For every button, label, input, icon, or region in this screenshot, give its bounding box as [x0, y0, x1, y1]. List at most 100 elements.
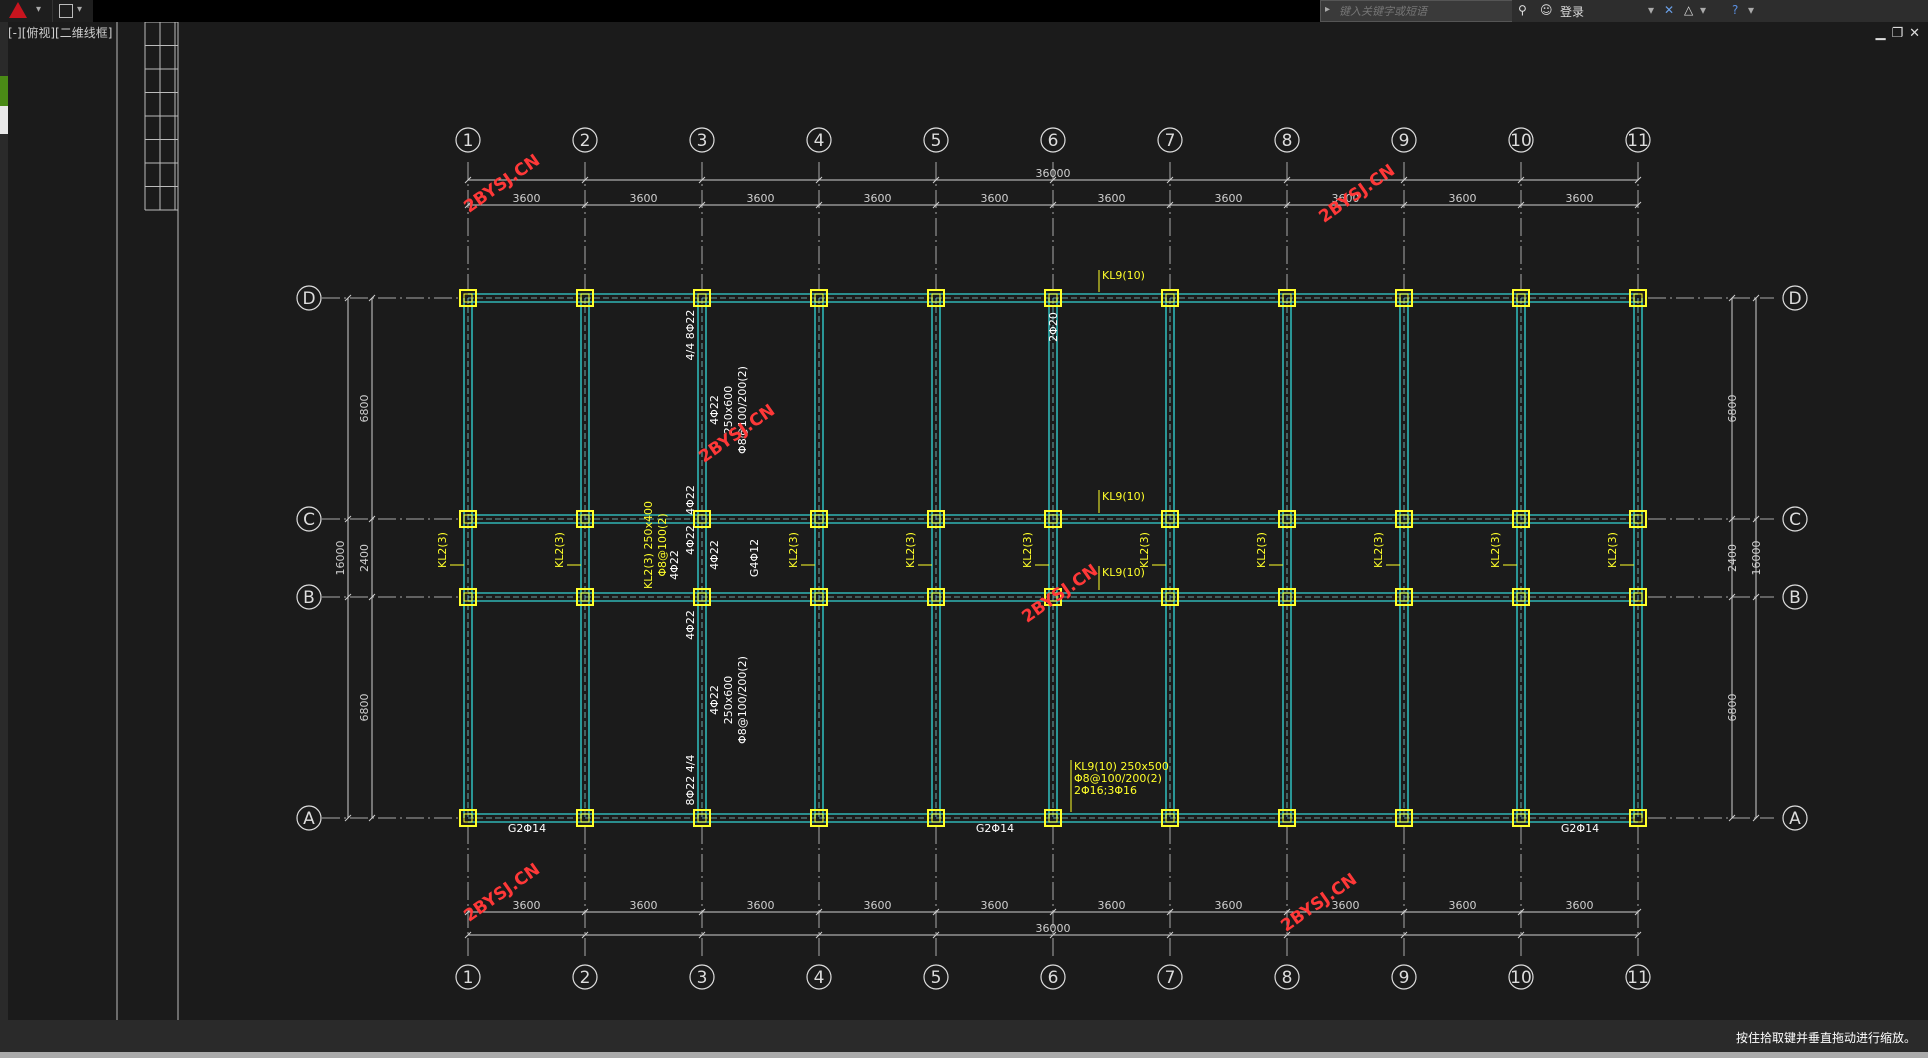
user-icon[interactable]: ☺: [1540, 3, 1553, 17]
chevron-right-icon: ▸: [1325, 4, 1331, 15]
axis-label-10: 10: [1510, 131, 1532, 151]
axis-label-7: 7: [1165, 968, 1176, 988]
side-rebar-label: G2Φ14: [976, 822, 1014, 835]
axis-label-9: 9: [1399, 131, 1410, 151]
close-icon[interactable]: ✕: [1909, 26, 1920, 41]
ribbon-accent: [0, 76, 8, 106]
dim-total-width: 36000: [1036, 922, 1071, 935]
dim-span-1: 6800: [358, 395, 371, 423]
rebar-label: 4Φ22: [684, 485, 697, 515]
help-icon[interactable]: ?: [1732, 3, 1738, 17]
chevron-down-icon[interactable]: ▾: [1748, 3, 1754, 17]
chevron-down-icon: ▾: [36, 4, 42, 15]
axis-label-D: D: [1788, 289, 1801, 309]
dim-bay-2: 3600: [630, 192, 658, 205]
axis-label-C: C: [1789, 510, 1801, 530]
section-label: 250x600: [722, 676, 735, 725]
rebar-label: 2Φ20: [1047, 312, 1060, 342]
bottom-border: [0, 1052, 1928, 1058]
axis-label-5: 5: [931, 131, 942, 151]
restore-icon[interactable]: ❐: [1891, 26, 1903, 41]
dim-bay-9: 3600: [1449, 899, 1477, 912]
dim-bay-10: 3600: [1566, 899, 1594, 912]
axis-label-2: 2: [580, 131, 591, 151]
exchange-icon[interactable]: ✕: [1664, 3, 1674, 17]
dim-bay-7: 3600: [1215, 192, 1243, 205]
axis-label-8: 8: [1282, 131, 1293, 151]
panel-edge: [0, 106, 8, 134]
dim-total-width: 36000: [1036, 167, 1071, 180]
window-controls: ▁ ❐ ✕: [1869, 26, 1920, 41]
beam-label-kl2-3: KL2(3) 250x400: [642, 501, 655, 589]
dim-bay-2: 3600: [630, 899, 658, 912]
dim-bay-6: 3600: [1098, 192, 1126, 205]
axis-label-7: 7: [1165, 131, 1176, 151]
dim-bay-7: 3600: [1215, 899, 1243, 912]
dim-bay-4: 3600: [864, 899, 892, 912]
side-rebar-label: G2Φ14: [508, 822, 546, 835]
axis-label-4: 4: [814, 968, 825, 988]
axis-label-3: 3: [697, 968, 708, 988]
drawing-canvas[interactable]: 11223344556677889910101111D DC CB BA A360003…: [0, 0, 1928, 1058]
title-bar: ▾ ▾ ▸ ⚲ ☺ 登录 ▾ ✕ △ ▾ ? ▾: [0, 0, 1928, 22]
axis-label-11: 11: [1627, 968, 1649, 988]
axis-label-B: B: [1789, 588, 1801, 608]
axis-label-A: A: [303, 809, 315, 829]
dim-span-3: 6800: [358, 694, 371, 722]
autocad-logo-icon: [9, 2, 27, 18]
beam-label-kl2: KL2(3): [787, 532, 800, 568]
dim-bay-6: 3600: [1098, 899, 1126, 912]
binoculars-icon[interactable]: ⚲: [1518, 3, 1527, 17]
rebar-label: 4Φ22: [708, 685, 721, 715]
chevron-down-icon: ▾: [77, 4, 83, 15]
axis-label-5: 5: [931, 968, 942, 988]
dim-bay-1: 3600: [513, 192, 541, 205]
axis-label-A: A: [1789, 809, 1801, 829]
infocenter-toolbar: ⚲ ☺ 登录 ▾ ✕ △ ▾ ? ▾: [1512, 0, 1928, 22]
chevron-down-icon[interactable]: ▾: [1700, 3, 1706, 17]
beam-label-kl2: KL2(3): [1606, 532, 1619, 568]
minimize-icon[interactable]: ▁: [1875, 26, 1885, 41]
rebar-label-bottom: 8Φ22 4/4: [684, 755, 697, 806]
axis-label-2: 2: [580, 968, 591, 988]
search-box[interactable]: ▸: [1320, 0, 1514, 22]
search-input[interactable]: [1337, 2, 1513, 20]
beam-label-kl9-d: KL9(10): [1102, 269, 1145, 282]
beam-label-kl2: KL2(3): [1138, 532, 1151, 568]
watermark: 2BYSJ.CN: [1018, 561, 1101, 628]
dim-bay-9: 3600: [1449, 192, 1477, 205]
dim-bay-3: 3600: [747, 899, 775, 912]
beam-label-kl2: KL2(3): [1021, 532, 1034, 568]
beam-label-kl2: KL2(3): [904, 532, 917, 568]
dim-bay-1: 3600: [513, 899, 541, 912]
beam-label-kl2: KL2(3): [1255, 532, 1268, 568]
watermark: 2BYSJ.CN: [1315, 161, 1398, 228]
axis-label-C: C: [303, 510, 315, 530]
dim-bay-5: 3600: [981, 192, 1009, 205]
rebar-label: 4Φ22: [708, 540, 721, 570]
axis-label-6: 6: [1048, 968, 1059, 988]
axis-label-D: D: [302, 289, 315, 309]
save-icon: [59, 4, 73, 18]
rebar-label: 4Φ22: [684, 610, 697, 640]
axis-label-B: B: [303, 588, 315, 608]
quick-access-save-button[interactable]: ▾: [53, 0, 93, 22]
dim-span-3: 6800: [1726, 694, 1739, 722]
rebar-label: 4Φ22: [684, 525, 697, 555]
dim-bay-4: 3600: [864, 192, 892, 205]
axis-label-8: 8: [1282, 968, 1293, 988]
beam-label-kl9-c: KL9(10): [1102, 490, 1145, 503]
axis-label-10: 10: [1510, 968, 1532, 988]
stirrup-label: Φ8@100/200(2): [736, 656, 749, 744]
viewport-controls[interactable]: [-][俯视][二维线框]: [8, 24, 118, 40]
axis-label-11: 11: [1627, 131, 1649, 151]
a360-icon[interactable]: △: [1684, 3, 1693, 17]
login-button[interactable]: 登录: [1560, 3, 1584, 20]
axis-label-3: 3: [697, 131, 708, 151]
axis-label-1: 1: [463, 131, 474, 151]
beam-label-kl2-3-rebar: 4Φ22: [668, 550, 681, 580]
application-menu-button[interactable]: ▾: [0, 0, 53, 22]
chevron-down-icon[interactable]: ▾: [1648, 3, 1654, 17]
side-rebar-label: G4Φ12: [748, 539, 761, 577]
dim-bay-10: 3600: [1566, 192, 1594, 205]
